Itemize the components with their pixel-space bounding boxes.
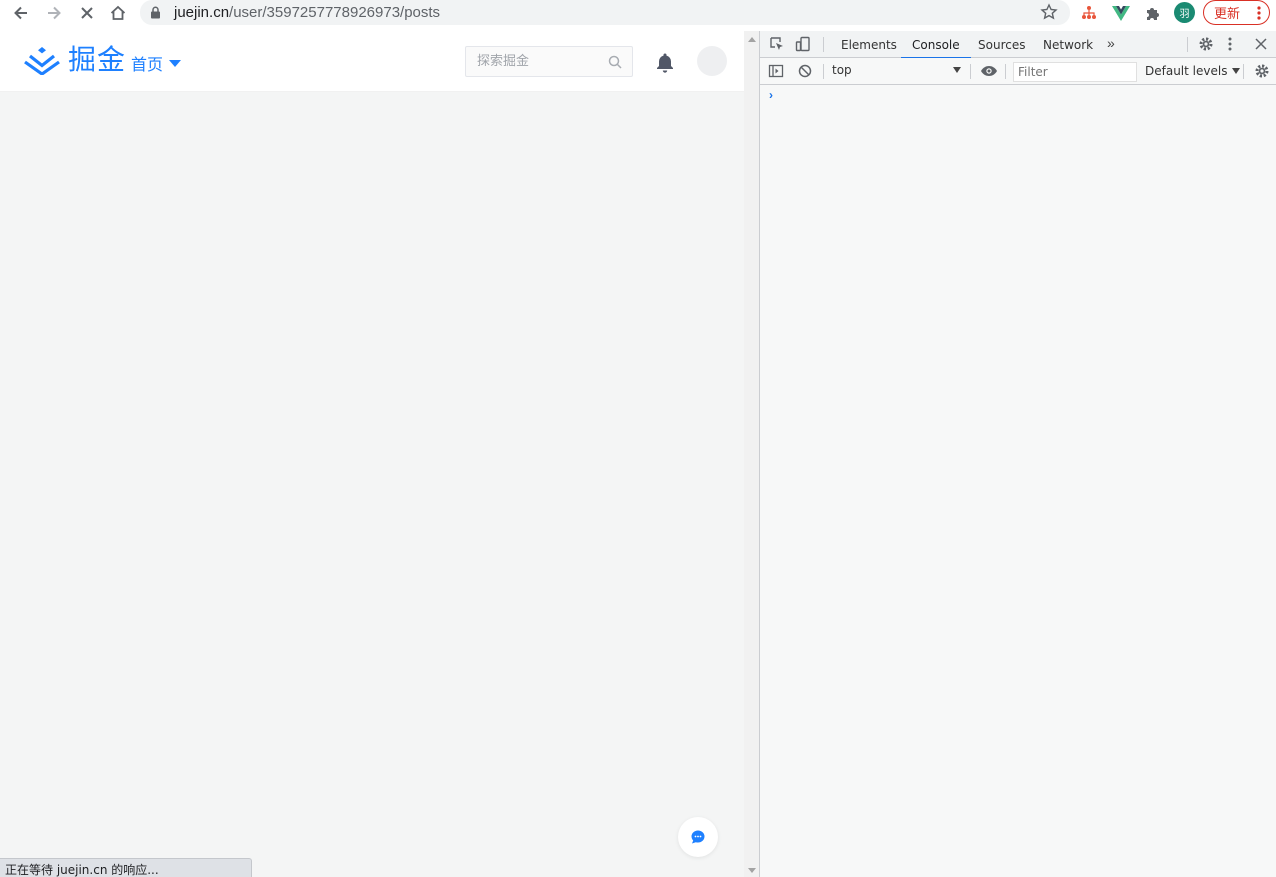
console-output[interactable]: › xyxy=(760,86,1276,877)
vue-icon xyxy=(1112,5,1130,21)
dropdown-arrow-icon xyxy=(953,67,961,73)
filter-box[interactable] xyxy=(1013,62,1137,82)
caret-down-icon xyxy=(169,59,182,67)
sidebar-icon[interactable] xyxy=(768,63,784,79)
browser-window: juejin.cn/user/3597257778926973/posts 羽 … xyxy=(0,0,1276,877)
forward-icon xyxy=(48,6,61,19)
console-prompt[interactable]: › xyxy=(769,88,773,102)
logo-text: 掘金 xyxy=(68,43,127,76)
home-icon xyxy=(110,5,126,20)
toolbar-divider xyxy=(1243,64,1244,79)
tab-sources[interactable]: Sources xyxy=(978,31,1025,58)
log-levels-dropdown[interactable]: Default levels xyxy=(1145,64,1241,78)
bell-icon[interactable] xyxy=(654,51,676,73)
lock-icon[interactable] xyxy=(150,6,161,19)
scroll-up-icon[interactable] xyxy=(748,37,756,42)
tab-console-label: Console xyxy=(912,37,960,52)
kebab-icon xyxy=(1257,6,1261,20)
url-text[interactable]: juejin.cn/user/3597257778926973/posts xyxy=(174,4,440,21)
tab-console[interactable]: Console xyxy=(901,31,971,59)
address-bar[interactable]: juejin.cn/user/3597257778926973/posts xyxy=(140,0,1070,25)
browser-toolbar: juejin.cn/user/3597257778926973/posts 羽 … xyxy=(0,0,1276,25)
update-button[interactable]: 更新 xyxy=(1203,0,1270,25)
devtools-panel: Elements Console Sources Network » top F… xyxy=(759,31,1276,877)
device-icon[interactable] xyxy=(795,36,811,52)
profile-avatar[interactable]: 羽 xyxy=(1174,2,1195,23)
gear-icon[interactable] xyxy=(1198,36,1214,52)
context-label: top xyxy=(832,63,852,77)
stop-button[interactable] xyxy=(75,1,99,24)
eye-icon[interactable] xyxy=(980,64,998,78)
inspect-icon[interactable] xyxy=(769,36,785,52)
context-select[interactable]: top xyxy=(832,63,964,80)
more-tabs-button[interactable]: » xyxy=(1107,35,1115,51)
site-logo[interactable]: 掘金 xyxy=(24,43,126,77)
nav-home-dropdown[interactable]: 首页 xyxy=(131,51,182,75)
scroll-down-icon[interactable] xyxy=(748,868,756,873)
extension-icon xyxy=(1082,5,1096,19)
filter-input[interactable] xyxy=(1014,63,1136,81)
page-viewport: 掘金 首页 正在等待 juejin.cn 的响应... xyxy=(0,31,744,877)
puzzle-icon xyxy=(1147,7,1159,20)
vue-devtools-button[interactable] xyxy=(1109,1,1133,24)
console-toolbar: top Default levels xyxy=(760,58,1276,85)
juejin-logo-icon xyxy=(24,47,60,75)
toolbar-divider xyxy=(1005,64,1006,79)
toolbar-divider xyxy=(823,37,824,52)
page-scrollbar[interactable] xyxy=(744,31,759,877)
clear-icon[interactable] xyxy=(797,63,813,79)
search-input[interactable] xyxy=(466,47,606,76)
search-icon[interactable] xyxy=(608,55,622,69)
nav-home-label: 首页 xyxy=(131,55,164,74)
toolbar-divider xyxy=(970,64,971,79)
extensions-menu-button[interactable] xyxy=(1141,1,1165,24)
levels-label: Default levels xyxy=(1145,64,1228,78)
back-icon xyxy=(14,6,27,19)
chat-button[interactable] xyxy=(678,817,718,857)
stop-icon xyxy=(81,6,93,19)
kebab-icon[interactable] xyxy=(1228,36,1232,52)
close-icon[interactable] xyxy=(1254,37,1268,51)
toolbar-divider xyxy=(1187,37,1188,52)
devtools-tabbar: Elements Console Sources Network » xyxy=(760,31,1276,59)
site-header: 掘金 首页 xyxy=(0,31,744,92)
tab-network[interactable]: Network xyxy=(1043,31,1093,58)
back-button[interactable] xyxy=(9,1,33,24)
star-icon[interactable] xyxy=(1040,3,1058,21)
status-bar: 正在等待 juejin.cn 的响应... xyxy=(0,858,252,877)
extension-button[interactable] xyxy=(1077,1,1101,24)
toolbar-divider xyxy=(823,64,824,79)
home-button[interactable] xyxy=(106,1,130,24)
dropdown-arrow-icon xyxy=(1232,68,1241,74)
update-label: 更新 xyxy=(1214,7,1241,22)
chat-icon xyxy=(691,830,705,844)
search-box[interactable] xyxy=(465,46,633,77)
forward-button[interactable] xyxy=(42,1,66,24)
tab-elements[interactable]: Elements xyxy=(841,31,897,58)
gear-icon[interactable] xyxy=(1254,63,1270,79)
user-avatar[interactable] xyxy=(697,46,727,76)
